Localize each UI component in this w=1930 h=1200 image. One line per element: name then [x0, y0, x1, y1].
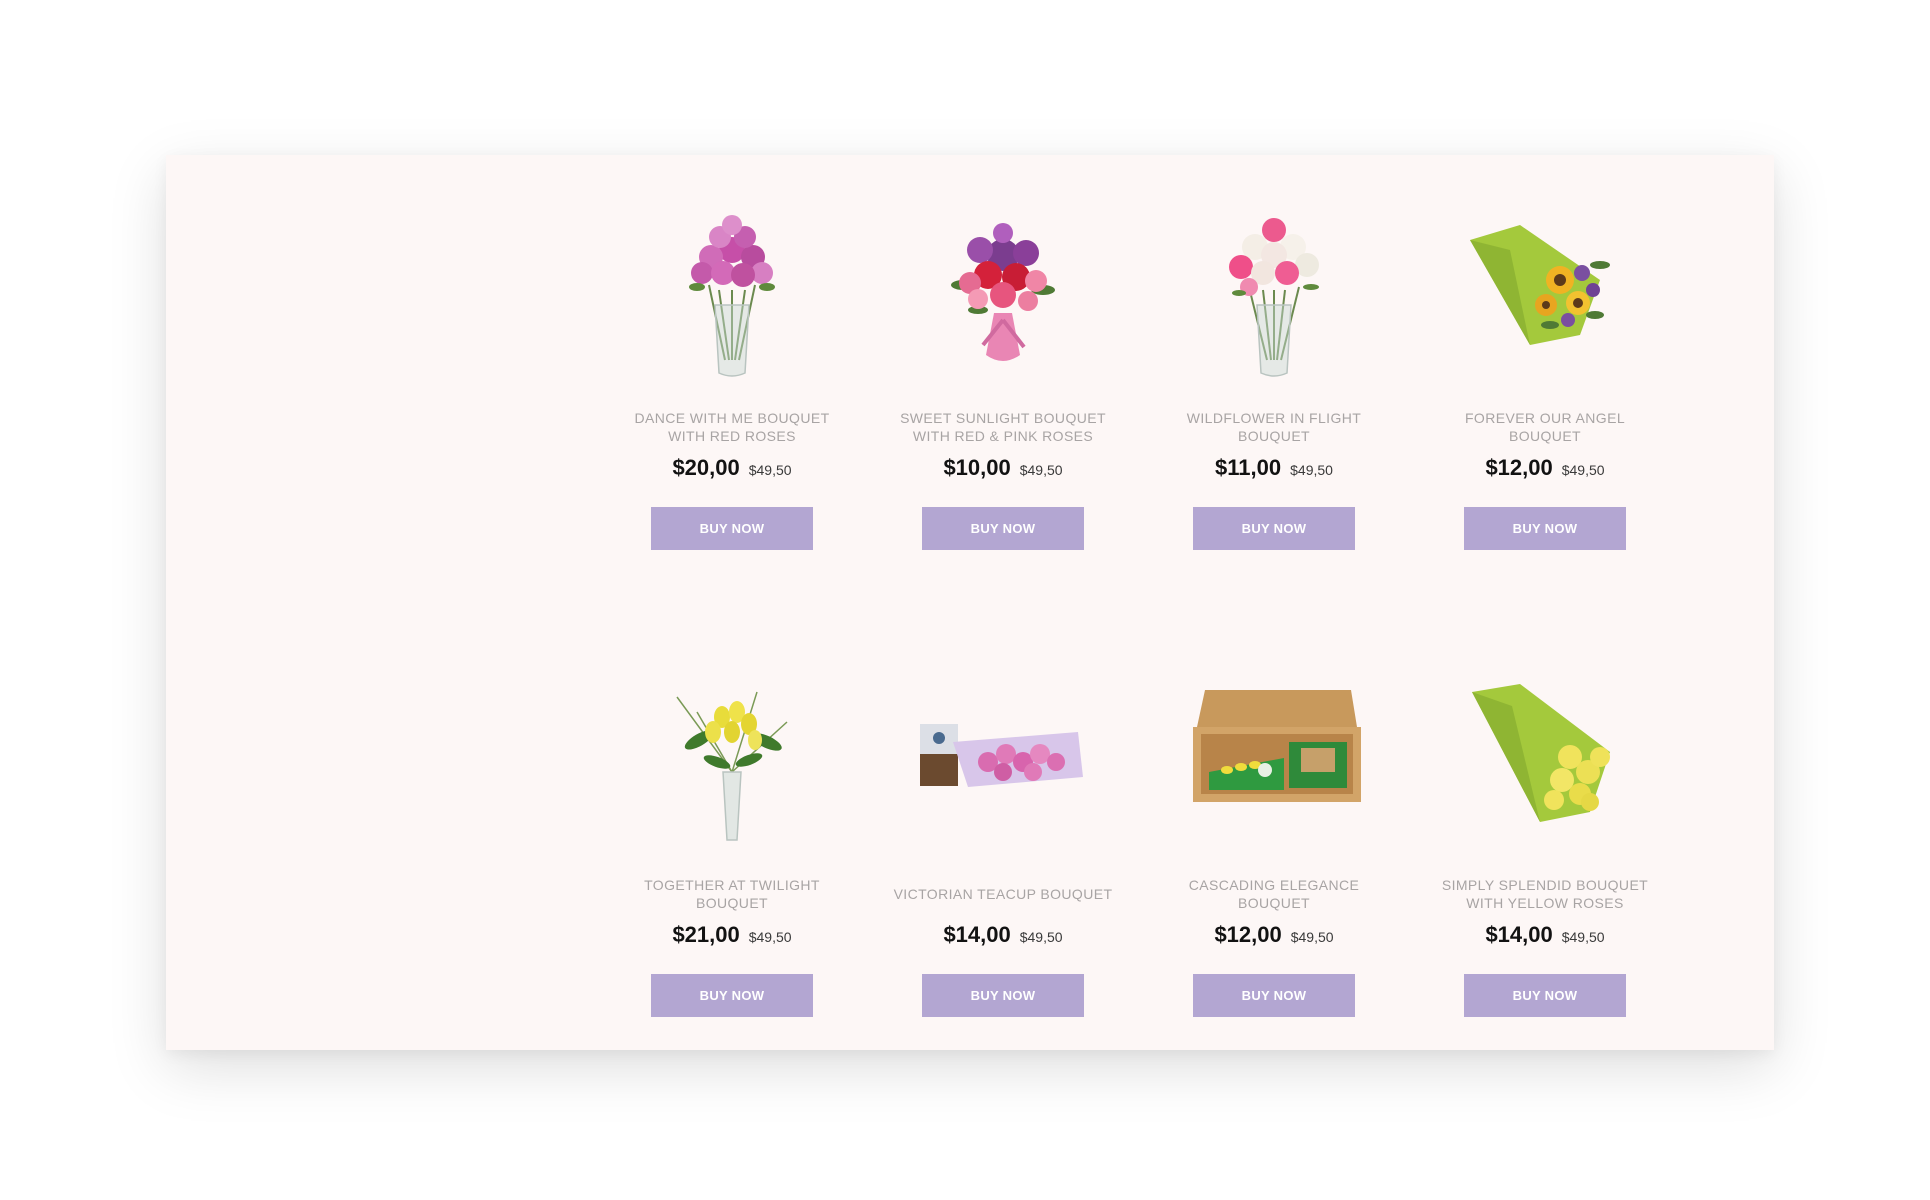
buy-now-button[interactable]: BUY NOW	[1193, 974, 1355, 1017]
original-price: $49,50	[1290, 929, 1334, 945]
product-name: SIMPLY SPLENDID BOUQUET WITH YELLOW ROSE…	[1441, 877, 1649, 911]
buy-now-button[interactable]: BUY NOW	[651, 507, 813, 550]
product-image-flower-gift-box[interactable]	[1179, 662, 1369, 852]
buy-now-button[interactable]: BUY NOW	[651, 974, 813, 1017]
product-item: VICTORIAN TEACUP BOUQUET $14,00 $49,50 B…	[888, 662, 1118, 1017]
product-name: WILDFLOWER IN FLIGHT BOUQUET	[1186, 410, 1362, 444]
price-row: $20,00 $49,50	[617, 455, 847, 485]
buy-now-button[interactable]: BUY NOW	[1464, 974, 1626, 1017]
buy-now-button[interactable]: BUY NOW	[922, 507, 1084, 550]
price-row: $14,00 $49,50	[888, 922, 1118, 952]
sale-price: $21,00	[672, 922, 740, 947]
original-price: $49,50	[748, 462, 792, 478]
product-name: FOREVER OUR ANGEL BOUQUET	[1464, 410, 1626, 444]
original-price: $49,50	[748, 929, 792, 945]
buy-now-button[interactable]: BUY NOW	[1464, 507, 1626, 550]
product-name: CASCADING ELEGANCE BOUQUET	[1188, 877, 1360, 911]
sale-price: $11,00	[1215, 455, 1282, 480]
product-image-yellow-tulips-vase[interactable]	[637, 662, 827, 852]
product-item: CASCADING ELEGANCE BOUQUET $12,00 $49,50…	[1159, 662, 1389, 1017]
product-name: SWEET SUNLIGHT BOUQUET WITH RED & PINK R…	[900, 410, 1106, 444]
product-item: SIMPLY SPLENDID BOUQUET WITH YELLOW ROSE…	[1430, 662, 1660, 1017]
product-item: DANCE WITH ME BOUQUET WITH RED ROSES $20…	[617, 195, 847, 550]
price-row: $12,00 $49,50	[1159, 922, 1389, 952]
product-image-sunflower-wrapped-bouquet[interactable]	[1450, 195, 1640, 385]
price-row: $14,00 $49,50	[1430, 922, 1660, 952]
product-name: VICTORIAN TEACUP BOUQUET	[893, 886, 1113, 902]
product-item: FOREVER OUR ANGEL BOUQUET $12,00 $49,50 …	[1430, 195, 1660, 550]
sale-price: $20,00	[672, 455, 740, 480]
product-item: TOGETHER AT TWILIGHT BOUQUET $21,00 $49,…	[617, 662, 847, 1017]
sale-price: $12,00	[1214, 922, 1282, 947]
product-item: SWEET SUNLIGHT BOUQUET WITH RED & PINK R…	[888, 195, 1118, 550]
sale-price: $10,00	[943, 455, 1011, 480]
original-price: $49,50	[1019, 462, 1063, 478]
product-item: WILDFLOWER IN FLIGHT BOUQUET $11,00 $49,…	[1159, 195, 1389, 550]
product-image-pink-roses-vase[interactable]	[637, 195, 827, 385]
price-row: $11,00 $49,50	[1159, 455, 1389, 485]
buy-now-button[interactable]: BUY NOW	[1193, 507, 1355, 550]
sale-price: $14,00	[1485, 922, 1553, 947]
price-row: $21,00 $49,50	[617, 922, 847, 952]
original-price: $49,50	[1561, 462, 1605, 478]
original-price: $49,50	[1561, 929, 1605, 945]
price-row: $10,00 $49,50	[888, 455, 1118, 485]
sale-price: $14,00	[943, 922, 1011, 947]
product-image-pink-roses-with-chocolate[interactable]	[908, 662, 1098, 852]
sale-price: $12,00	[1485, 455, 1553, 480]
product-image-pink-white-roses-vase[interactable]	[1179, 195, 1369, 385]
buy-now-button[interactable]: BUY NOW	[922, 974, 1084, 1017]
original-price: $49,50	[1290, 462, 1333, 478]
product-grid: DANCE WITH ME BOUQUET WITH RED ROSES $20…	[166, 155, 1774, 1050]
price-row: $12,00 $49,50	[1430, 455, 1660, 485]
product-image-mixed-bouquet-ribbon[interactable]	[908, 195, 1098, 385]
original-price: $49,50	[1019, 929, 1063, 945]
product-card-panel: DANCE WITH ME BOUQUET WITH RED ROSES $20…	[166, 155, 1774, 1050]
product-name: TOGETHER AT TWILIGHT BOUQUET	[644, 877, 820, 911]
product-image-yellow-roses-wrapped[interactable]	[1450, 662, 1640, 852]
product-name: DANCE WITH ME BOUQUET WITH RED ROSES	[634, 410, 830, 444]
